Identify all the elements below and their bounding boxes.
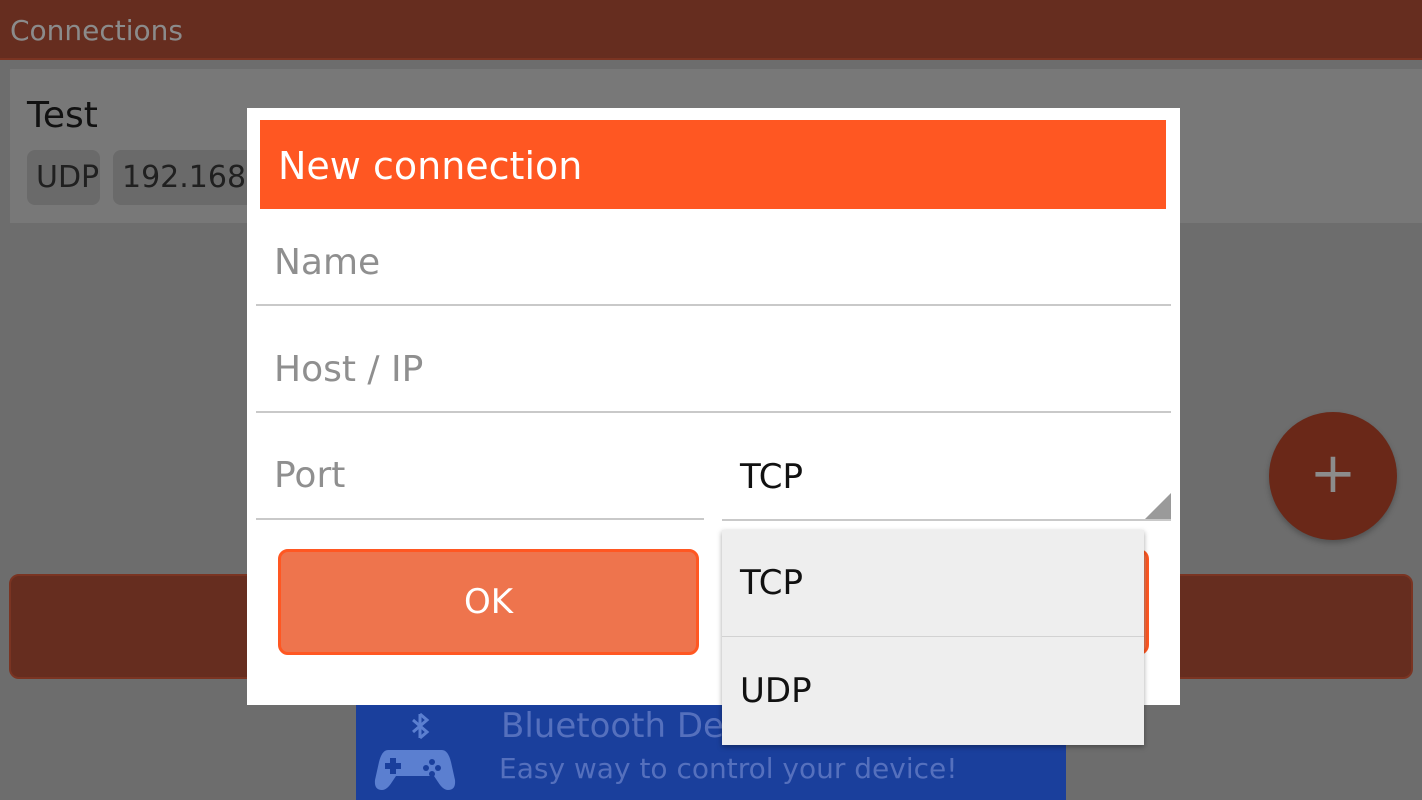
- host-field-container: [256, 335, 1171, 413]
- add-connection-button[interactable]: +: [1269, 412, 1397, 540]
- port-input[interactable]: [256, 441, 704, 511]
- app-bar: Connections: [0, 0, 1422, 60]
- dialog-header: New connection: [260, 120, 1166, 209]
- app-title: Connections: [10, 14, 184, 47]
- protocol-chip: UDP: [27, 150, 100, 205]
- dropdown-option-udp[interactable]: UDP: [722, 638, 1144, 745]
- host-input[interactable]: [256, 335, 1171, 405]
- dropdown-option-label: UDP: [740, 671, 812, 711]
- dropdown-triangle-icon: [1145, 493, 1171, 519]
- dropdown-option-tcp[interactable]: TCP: [722, 530, 1144, 637]
- protocol-select-value: TCP: [740, 457, 804, 497]
- dropdown-option-label: TCP: [740, 563, 804, 603]
- name-input[interactable]: [256, 228, 1171, 298]
- ad-title: Bluetooth Dev: [501, 706, 745, 746]
- protocol-dropdown-menu: TCP UDP: [722, 530, 1144, 745]
- ad-subtitle: Easy way to control your device!: [499, 752, 958, 785]
- name-field-container: [256, 228, 1171, 306]
- gamepad-bluetooth-icon: [374, 712, 456, 790]
- ok-button[interactable]: OK: [278, 549, 699, 655]
- protocol-select[interactable]: TCP: [722, 441, 1171, 521]
- port-field-container: [256, 441, 704, 520]
- connection-name: Test: [27, 95, 98, 136]
- dialog-title: New connection: [278, 144, 583, 188]
